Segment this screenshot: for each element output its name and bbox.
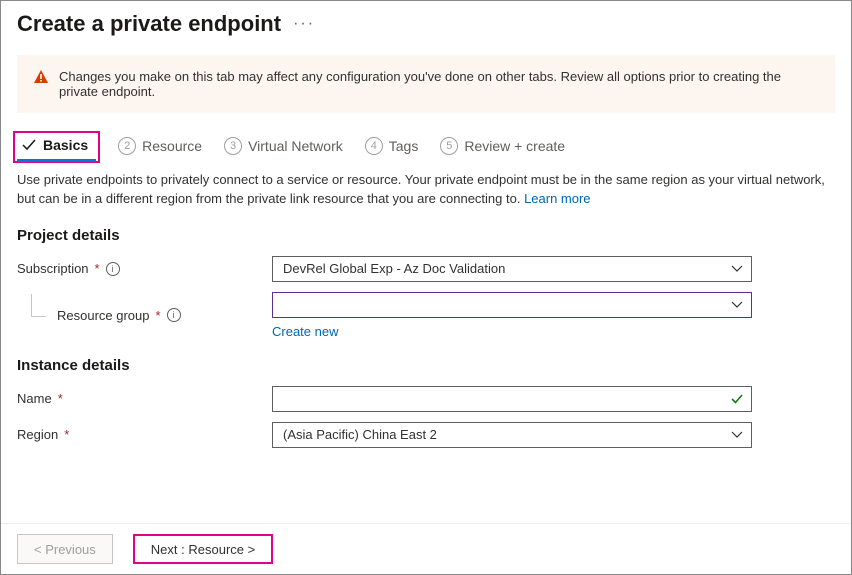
warning-text: Changes you make on this tab may affect … [59,69,819,99]
tab-label: Resource [142,138,202,154]
warning-banner: Changes you make on this tab may affect … [17,55,835,113]
checkmark-icon [730,392,744,406]
region-label: Region [17,427,58,442]
resource-group-select[interactable] [272,292,752,318]
chevron-down-icon [731,263,743,275]
wizard-tabs: Basics 2 Resource 3 Virtual Network 4 Ta… [1,127,851,169]
more-icon[interactable]: ··· [293,15,315,33]
learn-more-link[interactable]: Learn more [524,191,590,206]
tab-description: Use private endpoints to privately conne… [17,171,835,209]
previous-button: < Previous [17,534,113,564]
next-button[interactable]: Next : Resource > [133,534,273,564]
tab-virtual-network[interactable]: 3 Virtual Network [224,137,343,155]
subscription-select[interactable]: DevRel Global Exp - Az Doc Validation [272,256,752,282]
tab-review-create[interactable]: 5 Review + create [440,137,565,155]
tab-label: Tags [389,138,419,154]
step-number: 3 [224,137,242,155]
tab-label: Virtual Network [248,138,343,154]
warning-icon [33,69,49,85]
region-select[interactable]: (Asia Pacific) China East 2 [272,422,752,448]
region-value: (Asia Pacific) China East 2 [283,427,437,442]
tab-resource[interactable]: 2 Resource [118,137,202,155]
subscription-label: Subscription [17,261,89,276]
tab-label: Basics [43,137,88,153]
resource-group-label: Resource group [57,308,150,323]
tab-tags[interactable]: 4 Tags [365,137,419,155]
tab-basics[interactable]: Basics [17,133,96,159]
name-input[interactable] [272,386,752,412]
wizard-footer: < Previous Next : Resource > [1,523,851,574]
info-icon[interactable]: i [106,262,120,276]
info-icon[interactable]: i [167,308,181,322]
name-label: Name [17,391,52,406]
step-number: 2 [118,137,136,155]
chevron-down-icon [731,429,743,441]
step-number: 5 [440,137,458,155]
subscription-value: DevRel Global Exp - Az Doc Validation [283,261,505,276]
page-title: Create a private endpoint [17,11,281,37]
checkmark-icon [21,137,37,153]
create-new-link[interactable]: Create new [272,324,338,339]
section-project-details: Project details [17,227,835,244]
section-instance-details: Instance details [17,357,835,374]
step-number: 4 [365,137,383,155]
tab-label: Review + create [464,138,565,154]
chevron-down-icon [731,299,743,311]
